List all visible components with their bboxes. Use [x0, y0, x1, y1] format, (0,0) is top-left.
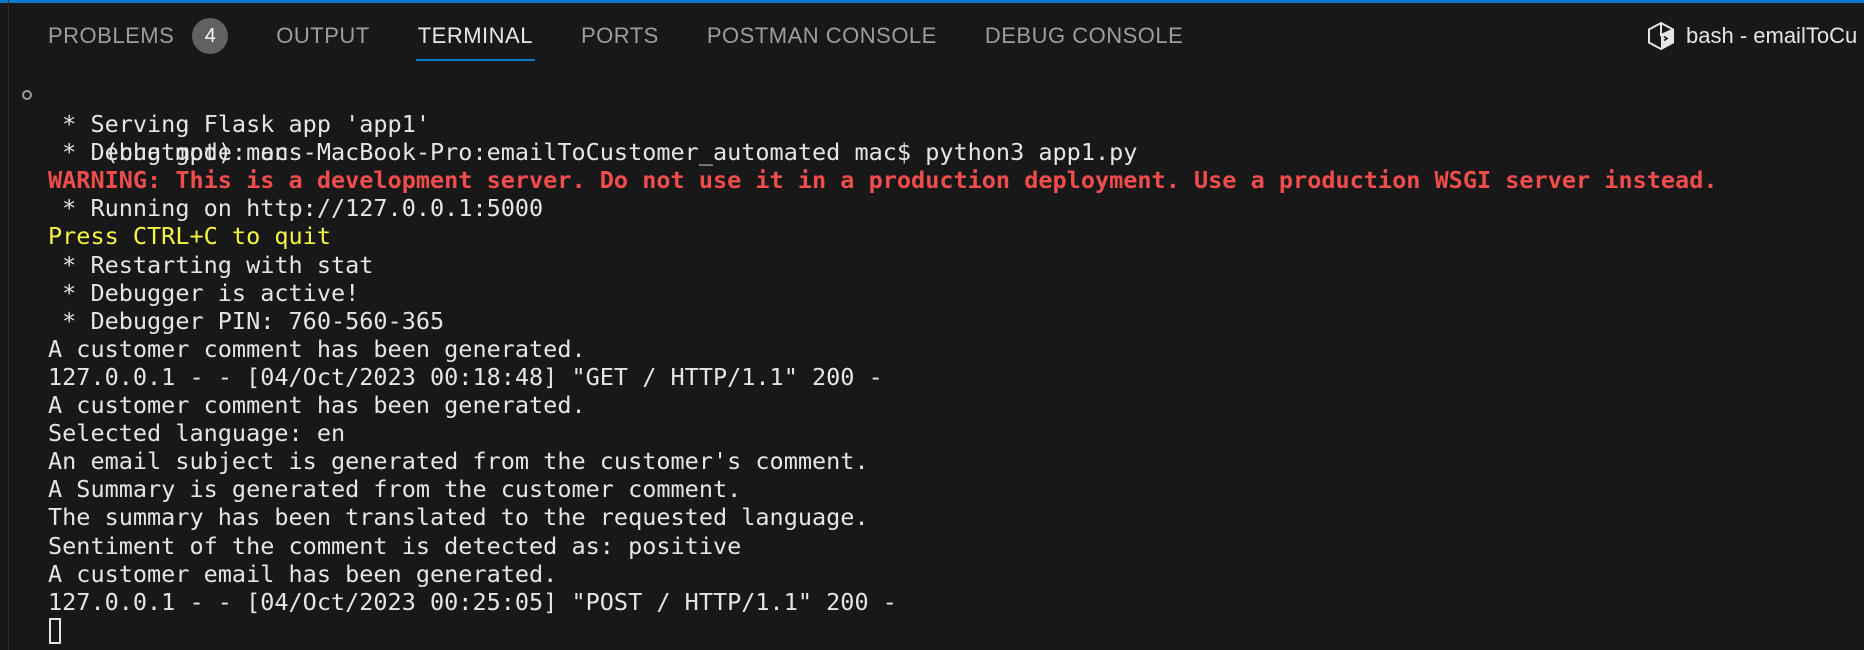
tab-problems[interactable]: PROBLEMS 4 — [48, 3, 229, 69]
panel-header: PROBLEMS 4 OUTPUT TERMINAL PORTS POSTMAN… — [0, 3, 1864, 69]
tab-label: PROBLEMS — [48, 23, 175, 48]
terminal-line: 127.0.0.1 - - [04/Oct/2023 00:25:05] "PO… — [48, 587, 897, 616]
tab-debug-console[interactable]: DEBUG CONSOLE — [985, 3, 1183, 69]
tab-terminal[interactable]: TERMINAL — [415, 3, 536, 69]
tab-label: TERMINAL — [417, 23, 533, 48]
terminal-line: A Summary is generated from the customer… — [48, 475, 742, 504]
terminal-line: * Serving Flask app 'app1' — [48, 110, 431, 139]
panel-tabs: PROBLEMS 4 OUTPUT TERMINAL PORTS POSTMAN… — [48, 3, 1231, 69]
terminal-input-line[interactable] — [0, 616, 1864, 644]
tab-output[interactable]: OUTPUT — [276, 3, 369, 69]
terminal-line: * Debugger is active! — [48, 278, 360, 307]
terminal-instance-selector[interactable]: bash - emailToCu — [1646, 3, 1857, 69]
terminal-line: * Debugger PIN: 760-560-365 — [48, 306, 445, 335]
terminal-line-warning: WARNING: This is a development server. D… — [48, 166, 1718, 195]
terminal-line-prompt: (chatgpt) macs-MacBook-Pro:emailToCustom… — [0, 82, 1864, 166]
terminal-line: Selected language: en — [48, 419, 346, 448]
terminal-line: A customer email has been generated. — [48, 559, 558, 588]
tab-ports[interactable]: PORTS — [581, 3, 659, 69]
terminal-line: A customer comment has been generated. — [48, 391, 586, 420]
command-status-circle-icon[interactable] — [22, 90, 32, 100]
terminal-line: An email subject is generated from the c… — [48, 447, 869, 476]
problems-count-badge: 4 — [192, 18, 229, 54]
terminal-line: 127.0.0.1 - - [04/Oct/2023 00:18:48] "GE… — [48, 362, 883, 391]
terminal-cube-icon — [1646, 21, 1676, 51]
tab-label: PORTS — [580, 23, 659, 48]
tab-label: POSTMAN CONSOLE — [706, 23, 937, 48]
tab-postman-console[interactable]: POSTMAN CONSOLE — [707, 3, 937, 69]
tab-label: DEBUG CONSOLE — [984, 23, 1184, 48]
terminal-line: Sentiment of the comment is detected as:… — [48, 531, 742, 560]
terminal-cursor — [49, 617, 61, 644]
terminal-title-label: bash - emailToCu — [1686, 23, 1858, 48]
terminal-line: A customer comment has been generated. — [48, 334, 586, 363]
terminal-line: * Running on http://127.0.0.1:5000 — [48, 194, 544, 223]
tab-label: OUTPUT — [276, 23, 370, 48]
terminal-line-hint: Press CTRL+C to quit — [48, 222, 331, 251]
terminal-line: * Restarting with stat — [48, 250, 374, 279]
terminal-output[interactable]: (chatgpt) macs-MacBook-Pro:emailToCustom… — [0, 82, 1864, 650]
terminal-line: * Debug mode: on — [48, 138, 289, 167]
terminal-line: The summary has been translated to the r… — [48, 503, 869, 532]
